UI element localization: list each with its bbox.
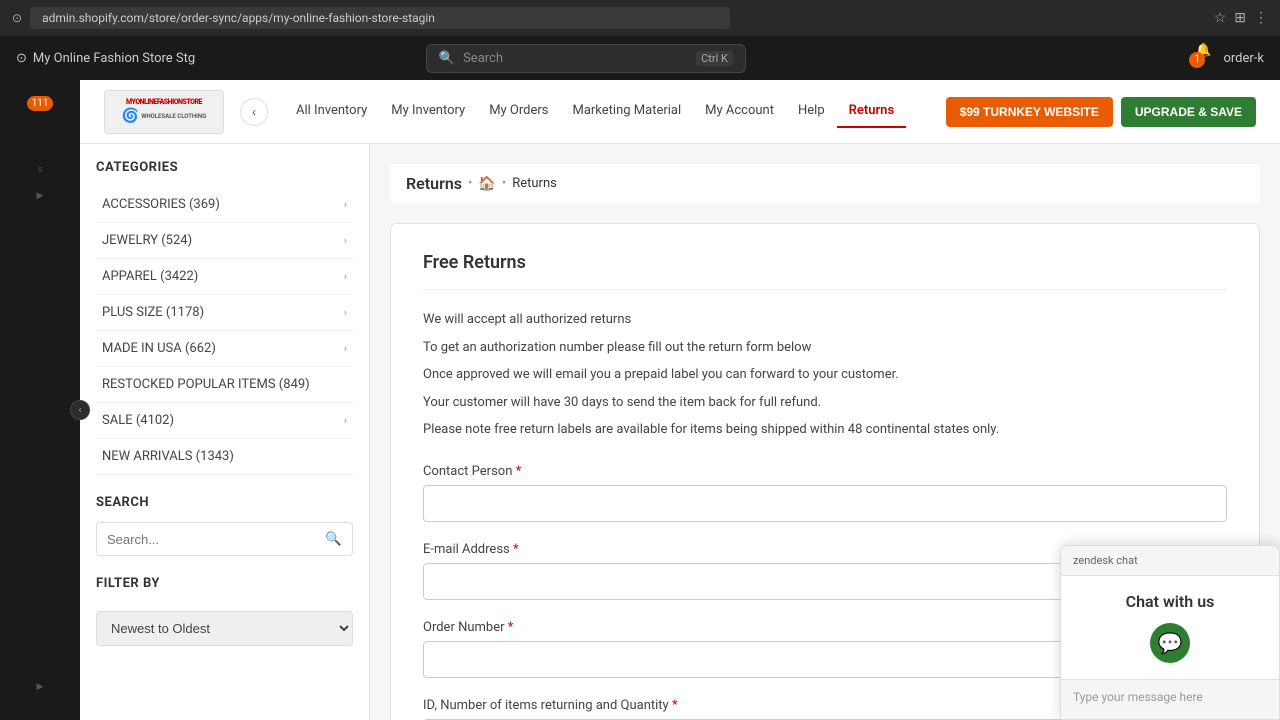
category-plus-size[interactable]: PLUS SIZE (1178) ›: [96, 295, 353, 331]
browser-favicon: ⊙: [12, 11, 22, 25]
nav-all-inventory[interactable]: All Inventory: [284, 95, 379, 128]
search-shortcut: Ctrl K: [696, 51, 733, 66]
logo-image: MYONLINEFASHIONSTORE 🌀 WHOLESALE CLOTHIN…: [104, 90, 224, 134]
chat-input-placeholder: Type your message here: [1073, 690, 1203, 704]
browser-bar: ⊙ admin.shopify.com/store/order-sync/app…: [0, 0, 1280, 36]
sidebar-toggle[interactable]: ‹: [70, 400, 90, 420]
turnkey-button[interactable]: $99 TURNKEY WEBSITE: [946, 97, 1113, 127]
chat-widget: zendesk chat Chat with us 💬 Type your me…: [1060, 545, 1280, 720]
search-button[interactable]: 🔍: [315, 523, 352, 555]
sidebar-item-2: ▶: [0, 183, 80, 209]
categories-list: ACCESSORIES (369) › JEWELRY (524) › APPA…: [96, 187, 353, 475]
topbar-right: 🔔 1 order-k: [1195, 43, 1264, 74]
chat-header: zendesk chat: [1061, 546, 1279, 576]
breadcrumb: Returns • 🏠 • Returns: [390, 164, 1260, 203]
sidebar-store-badge: 111: [0, 88, 80, 117]
nav-my-orders[interactable]: My Orders: [477, 95, 560, 128]
app-logo: MYONLINEFASHIONSTORE 🌀 WHOLESALE CLOTHIN…: [104, 90, 224, 134]
chevron-right-icon: ›: [344, 270, 347, 283]
notification-badge: 1: [1189, 52, 1205, 68]
chevron-right-icon: ›: [344, 234, 347, 247]
shopify-search-bar[interactable]: 🔍 Search Ctrl K: [426, 44, 746, 73]
chevron-right-icon: ›: [344, 198, 347, 211]
breadcrumb-separator-2: •: [502, 176, 506, 191]
store-icon: ⊙: [16, 51, 27, 66]
search-box: 🔍: [96, 522, 353, 556]
search-input[interactable]: [97, 524, 315, 555]
chat-icon: 💬: [1150, 623, 1190, 663]
browser-toolbar: ☆ ⊞ ⋮: [1214, 10, 1268, 26]
nav-my-inventory[interactable]: My Inventory: [379, 95, 477, 128]
logo-icon: 🌀: [122, 108, 139, 125]
settings-icon[interactable]: ⋮: [1254, 10, 1268, 26]
field-contact-person: Contact Person *: [423, 464, 1227, 522]
chat-bubble-icon: 💬: [1158, 631, 1183, 655]
user-label: order-k: [1223, 51, 1264, 66]
category-restocked[interactable]: RESTOCKED POPULAR ITEMS (849): [96, 367, 353, 403]
breadcrumb-home-icon: 🏠: [478, 176, 495, 192]
shopify-topbar: ⊙ My Online Fashion Store Stg 🔍 Search C…: [0, 36, 1280, 80]
page-title-label: Returns: [406, 174, 462, 193]
input-contact-person[interactable]: [423, 485, 1227, 522]
store-name-label: ⊙ My Online Fashion Store Stg: [16, 51, 195, 66]
left-panel: CATEGORIES ACCESSORIES (369) › JEWELRY (…: [80, 144, 370, 720]
shopify-sidebar: 111 ‹ s ▶ ▶: [0, 80, 80, 720]
policy-3: Once approved we will email you a prepai…: [423, 365, 1227, 385]
search-icon: 🔍: [325, 531, 342, 546]
address-bar[interactable]: admin.shopify.com/store/order-sync/apps/…: [30, 7, 730, 29]
sidebar-item-bottom: ▶: [33, 674, 48, 700]
nav-returns[interactable]: Returns: [837, 95, 907, 128]
label-contact-person: Contact Person *: [423, 464, 1227, 479]
search-title: SEARCH: [96, 495, 353, 510]
sidebar-item-1: s: [0, 157, 80, 183]
policy-4: Your customer will have 30 days to send …: [423, 393, 1227, 413]
chat-body: Chat with us 💬: [1061, 576, 1279, 679]
upgrade-button[interactable]: UPGRADE & SAVE: [1121, 97, 1256, 127]
category-accessories[interactable]: ACCESSORIES (369) ›: [96, 187, 353, 223]
breadcrumb-current: Returns: [512, 176, 557, 191]
category-made-in-usa[interactable]: MADE IN USA (662) ›: [96, 331, 353, 367]
bookmark-icon[interactable]: ☆: [1214, 10, 1227, 26]
policy-1: We will accept all authorized returns: [423, 310, 1227, 330]
notification-icon[interactable]: 🔔 1: [1195, 43, 1211, 74]
filter-title: FILTER BY: [96, 576, 353, 591]
search-section: SEARCH 🔍: [96, 495, 353, 556]
categories-title: CATEGORIES: [96, 160, 353, 175]
app-nav: All Inventory My Inventory My Orders Mar…: [284, 95, 946, 128]
nav-help[interactable]: Help: [786, 95, 837, 128]
nav-marketing-material[interactable]: Marketing Material: [560, 95, 693, 128]
breadcrumb-separator: •: [468, 176, 472, 191]
chevron-right-icon: ›: [344, 414, 347, 427]
policy-2: To get an authorization number please fi…: [423, 338, 1227, 358]
chevron-right-icon: ›: [344, 342, 347, 355]
category-jewelry[interactable]: JEWELRY (524) ›: [96, 223, 353, 259]
policy-5: Please note free return labels are avail…: [423, 420, 1227, 440]
chat-title: Chat with us: [1126, 592, 1215, 611]
filter-select[interactable]: Newest to Oldest Oldest to Newest Price:…: [96, 611, 353, 646]
category-apparel[interactable]: APPAREL (3422) ›: [96, 259, 353, 295]
nav-my-account[interactable]: My Account: [693, 95, 786, 128]
app-header: MYONLINEFASHIONSTORE 🌀 WHOLESALE CLOTHIN…: [80, 80, 1280, 144]
form-heading: Free Returns: [423, 252, 1227, 290]
chat-input-area[interactable]: Type your message here: [1061, 679, 1279, 719]
nav-back-button[interactable]: ‹: [240, 98, 268, 126]
extensions-icon[interactable]: ⊞: [1234, 10, 1246, 26]
category-new-arrivals[interactable]: NEW ARRIVALS (1343): [96, 439, 353, 475]
filter-section: FILTER BY Newest to Oldest Oldest to New…: [96, 576, 353, 646]
category-sale[interactable]: SALE (4102) ›: [96, 403, 353, 439]
search-icon: 🔍: [439, 51, 455, 66]
chevron-right-icon: ›: [344, 306, 347, 319]
